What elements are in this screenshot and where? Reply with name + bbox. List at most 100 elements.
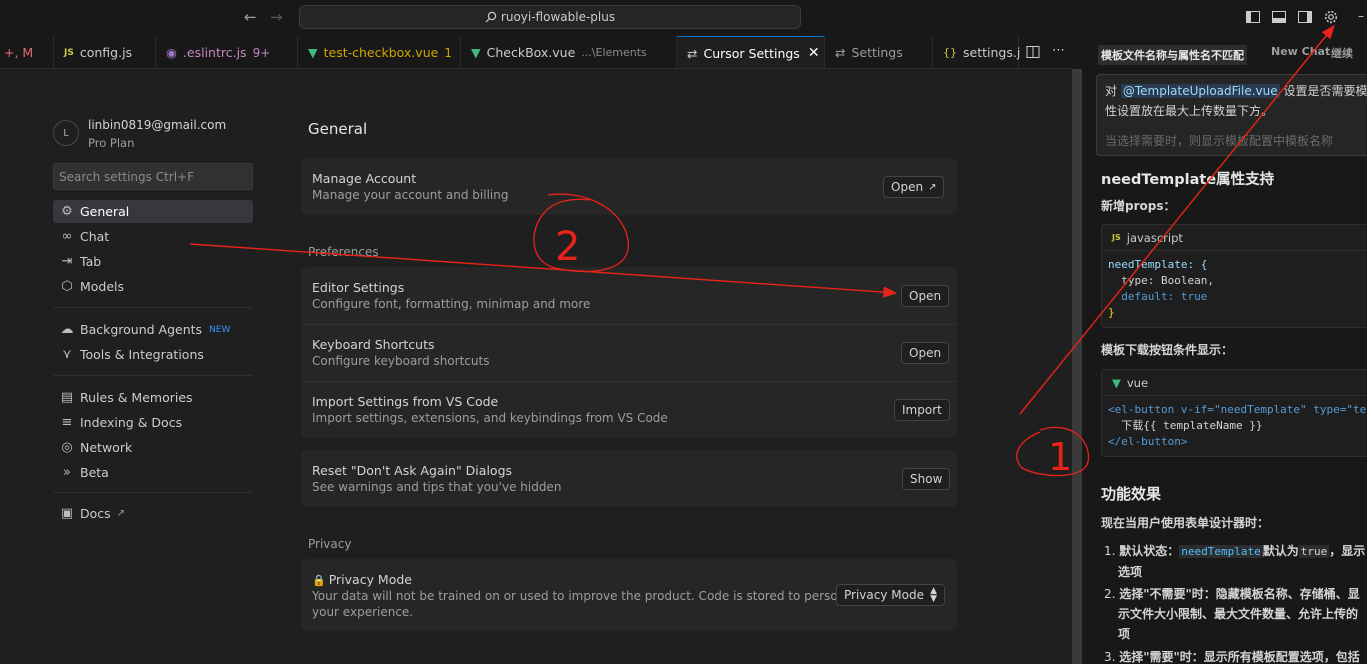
settings-gear-icon[interactable] [1323,9,1339,25]
manage-account-row: Manage Account Manage your account and b… [301,158,957,215]
sidebar-divider [53,375,253,376]
tab-label: test-checkbox.vue [323,45,439,60]
prompt-prefix: 对 [1105,84,1118,98]
toggle-panel-icon[interactable] [1271,9,1287,25]
tab-label: config.js [79,45,133,60]
preferences-card: Editor Settings Configure font, formatti… [301,267,957,438]
row-title: Editor Settings [312,280,405,295]
sidebar-item-tab[interactable]: ⇥ Tab [53,250,253,273]
code-line: } [1108,306,1115,319]
chat-tab-active[interactable]: 模板文件名称与属性名不匹配 [1098,45,1247,65]
title-bar: ← → ruoyi-flowable-plus – [0,0,1367,36]
prompt-faded: 当选择需要时，则显示模板配置中模板名称 [1105,134,1334,148]
sidebar-item-label: Docs [80,506,111,521]
cube-icon: ⬡ [61,279,73,294]
tab-config-js[interactable]: JS config.js [54,36,156,68]
list-bold: 选择"不需要"时： [1119,587,1216,601]
row-description: Configure font, formatting, minimap and … [312,297,591,311]
vue-file-icon: ▼ [308,45,318,60]
code-line: 下载{{ templateName }} [1108,419,1263,432]
list-item: 2. 选择"不需要"时：隐藏模板名称、存储桶、显 示文件大小限制、最大文件数量、… [1104,584,1367,644]
row-title: Keyboard Shortcuts [312,337,435,352]
chat-tab-new-chat[interactable]: New Chat [1271,45,1330,58]
row-title: Reset "Don't Ask Again" Dialogs [312,463,513,478]
book-icon: ▣ [60,506,74,521]
tab-settings[interactable]: ⇄ Settings [825,36,933,68]
database-icon: ≡ [61,415,73,430]
tab-modified[interactable]: +, M [0,36,54,68]
tab-cursor-settings[interactable]: ⇄ Cursor Settings ✕ [677,36,825,68]
reset-dialogs-show-button[interactable]: Show [902,468,951,490]
sidebar-item-tools-integrations[interactable]: ⋎ Tools & Integrations [53,343,253,366]
clipboard-icon: ▤ [60,390,74,405]
globe-icon: ◎ [61,440,73,455]
row-description: Import settings, extensions, and keybind… [312,411,668,425]
panel-scrollbar[interactable] [1072,69,1082,664]
vue-file-icon: ▼ [1112,375,1121,390]
user-prompt[interactable]: 对 @TemplateUploadFile.vue 设置是否需要模 性设置放在最… [1096,74,1367,156]
sidebar-item-models[interactable]: ⬡ Models [53,275,253,298]
sidebar-item-label: Tools & Integrations [80,347,204,362]
more-actions-icon[interactable]: ⋯ [1052,43,1065,58]
inline-code: true [1298,545,1330,558]
row-title: 🔒 Privacy Mode [312,572,412,587]
minimize-icon[interactable]: – [1358,9,1364,23]
command-center-search[interactable]: ruoyi-flowable-plus [299,5,801,29]
tab-eslintrc[interactable]: ◉ .eslintrc.js 9+ [156,36,298,68]
tab-label: +, M [4,45,34,60]
editor-settings-open-button[interactable]: Open [901,285,950,307]
toggle-primary-sidebar-icon[interactable] [1245,9,1261,25]
sidebar-item-rules-memories[interactable]: ▤ Rules & Memories [53,386,253,409]
chevrons-icon: » [63,465,71,480]
sidebar-item-chat[interactable]: ∞ Chat [53,225,253,248]
sidebar-item-label: Rules & Memories [80,390,193,405]
sidebar-item-background-agents[interactable]: ☁ Background Agents NEW [53,318,253,341]
download-button-label: 模板下载按钮条件显示： [1101,343,1234,357]
preferences-section-label: Preferences [308,245,379,259]
code-content: needTemplate: { type: Boolean, default: … [1102,251,1367,327]
tab-settings-json[interactable]: {} settings.j [933,36,1020,68]
chat-tab-continue[interactable]: 继续 [1331,45,1353,61]
list-text: 示文件大小限制、最大文件数量、允许上传的 [1118,607,1359,621]
manage-account-open-button[interactable]: Open ↗ [883,176,945,198]
button-label: Open [891,180,924,194]
chat-tab-bar: 模板文件名称与属性名不匹配 New Chat 继续 [1082,36,1367,69]
sidebar-item-network[interactable]: ◎ Network [53,436,253,459]
sidebar-item-indexing-docs[interactable]: ≡ Indexing & Docs [53,411,253,434]
sidebar-item-label: Network [80,440,133,455]
sidebar-item-docs[interactable]: ▣ Docs ↗ [53,502,253,525]
keyboard-shortcuts-open-button[interactable]: Open [901,342,950,364]
editor-settings-row: Editor Settings Configure font, formatti… [301,267,957,324]
privacy-title-text: Privacy Mode [328,572,412,587]
reset-dialogs-row: Reset "Don't Ask Again" Dialogs See warn… [301,450,957,507]
tab-arrow-icon: ⇥ [61,254,73,269]
settings-tab-icon: ⇄ [835,45,846,60]
tab-label: .eslintrc.js [182,45,247,60]
tab-checkbox-vue[interactable]: ▼ CheckBox.vue ...\Elements [461,36,677,68]
keyboard-shortcuts-row: Keyboard Shortcuts Configure keyboard sh… [301,324,957,381]
lock-icon: 🔒 [312,574,326,587]
js-file-icon: JS [1112,233,1121,242]
code-language: javascript [1126,230,1183,245]
sidebar-item-label: Tab [80,254,102,269]
sidebar-item-beta[interactable]: » Beta [53,461,253,484]
settings-search-input[interactable]: Search settings Ctrl+F [53,163,253,190]
sidebar-item-label: Beta [80,465,109,480]
split-editor-icon[interactable] [1026,45,1040,59]
close-tab-icon[interactable]: ✕ [808,45,820,61]
sidebar-item-general[interactable]: ⚙ General [53,200,253,223]
toggle-secondary-sidebar-icon[interactable] [1297,9,1313,25]
sidebar-divider [53,492,253,493]
back-arrow-icon[interactable]: ← [244,8,257,26]
forward-arrow-icon[interactable]: → [270,8,283,26]
json-file-icon: {} [943,46,957,59]
file-mention[interactable]: @TemplateUploadFile.vue [1120,84,1280,98]
row-divider [301,324,957,325]
tab-test-checkbox[interactable]: ▼ test-checkbox.vue 1 [298,36,461,68]
list-text: 默认为 [1262,544,1299,558]
code-line: needTemplate: { [1108,258,1208,271]
row-title: Manage Account [312,171,417,186]
import-vscode-button[interactable]: Import [894,399,950,421]
prompt-line2: 性设置放在最大上传数量下方。 [1105,104,1274,118]
privacy-mode-select[interactable]: Privacy Mode ▲ ▼ [836,584,945,606]
